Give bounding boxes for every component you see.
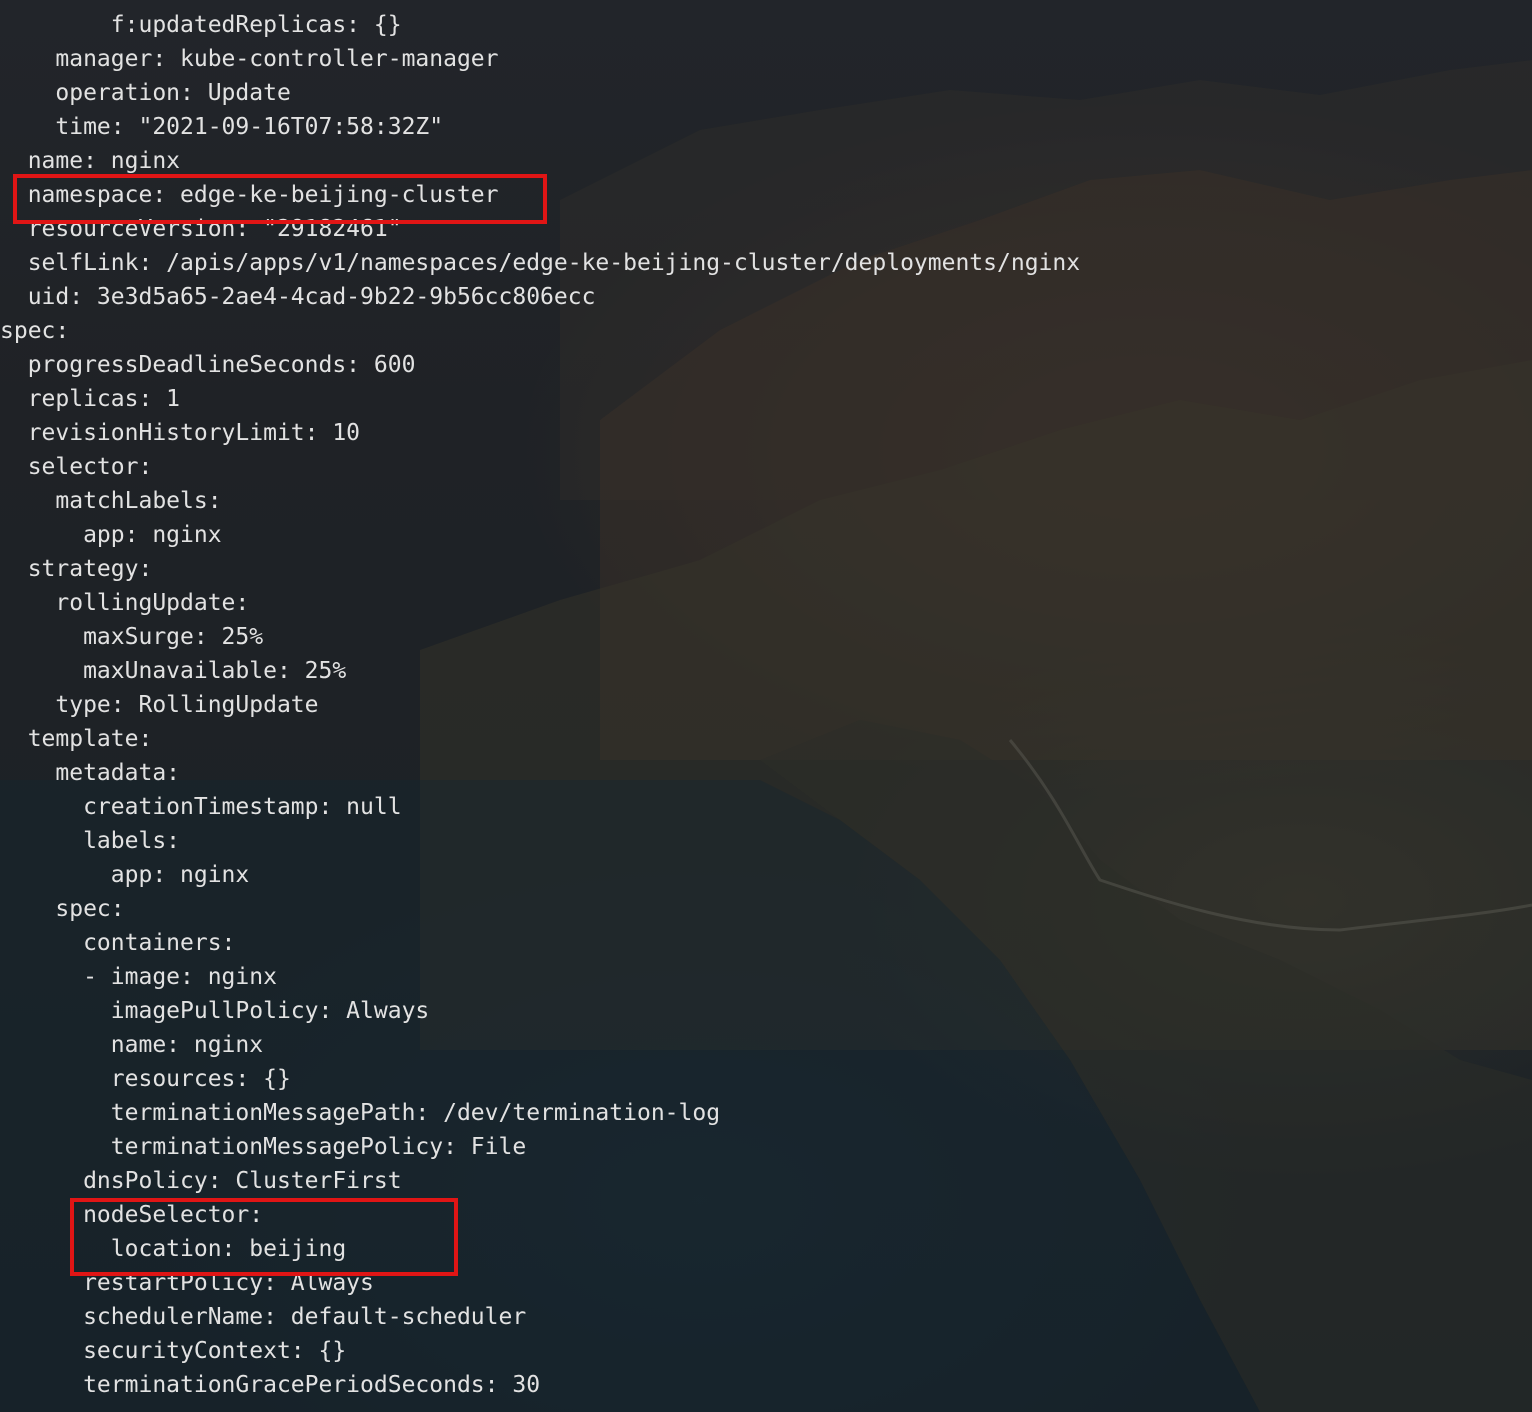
output-line: spec: xyxy=(0,896,125,922)
output-line: matchLabels: xyxy=(0,488,222,514)
output-line: type: RollingUpdate xyxy=(0,692,319,718)
output-line: rollingUpdate: xyxy=(0,590,250,616)
yaml-output[interactable]: f:updatedReplicas: {} manager: kube-cont… xyxy=(0,0,1532,1412)
output-line: spec: xyxy=(0,318,70,344)
output-line: app: nginx xyxy=(0,862,250,888)
output-line: terminationMessagePolicy: File xyxy=(0,1134,527,1160)
output-line: maxUnavailable: 25% xyxy=(0,658,347,684)
output-line: manager: kube-controller-manager xyxy=(0,46,499,72)
output-line: revisionHistoryLimit: 10 xyxy=(0,420,361,446)
output-line: labels: xyxy=(0,828,181,854)
output-line: containers: xyxy=(0,930,236,956)
output-line: dnsPolicy: ClusterFirst xyxy=(0,1168,402,1194)
output-line: progressDeadlineSeconds: 600 xyxy=(0,352,416,378)
output-line: uid: 3e3d5a65-2ae4-4cad-9b22-9b56cc806ec… xyxy=(0,284,596,310)
output-line: imagePullPolicy: Always xyxy=(0,998,430,1024)
output-line: securityContext: {} xyxy=(0,1338,347,1364)
output-line: terminationMessagePath: /dev/termination… xyxy=(0,1100,721,1126)
output-line: f:updatedReplicas: {} xyxy=(0,12,402,38)
output-line: metadata: xyxy=(0,760,181,786)
output-line: name: nginx xyxy=(0,1032,264,1058)
output-line: maxSurge: 25% xyxy=(0,624,264,650)
highlight-node-selector xyxy=(70,1198,458,1276)
output-line: selfLink: /apis/apps/v1/namespaces/edge-… xyxy=(0,250,1081,276)
terminal-window[interactable]: f:updatedReplicas: {} manager: kube-cont… xyxy=(0,0,1532,1412)
output-line: operation: Update xyxy=(0,80,291,106)
output-line: creationTimestamp: null xyxy=(0,794,402,820)
output-line: name: nginx xyxy=(0,148,181,174)
output-line: time: "2021-09-16T07:58:32Z" xyxy=(0,114,444,140)
output-line: terminationGracePeriodSeconds: 30 xyxy=(0,1372,541,1398)
output-line: template: xyxy=(0,726,153,752)
output-line: schedulerName: default-scheduler xyxy=(0,1304,527,1330)
output-line: - image: nginx xyxy=(0,964,277,990)
output-line: replicas: 1 xyxy=(0,386,181,412)
output-line: app: nginx xyxy=(0,522,222,548)
output-line: resources: {} xyxy=(0,1066,291,1092)
highlight-namespace xyxy=(13,174,547,224)
output-line: strategy: xyxy=(0,556,153,582)
output-line: selector: xyxy=(0,454,153,480)
